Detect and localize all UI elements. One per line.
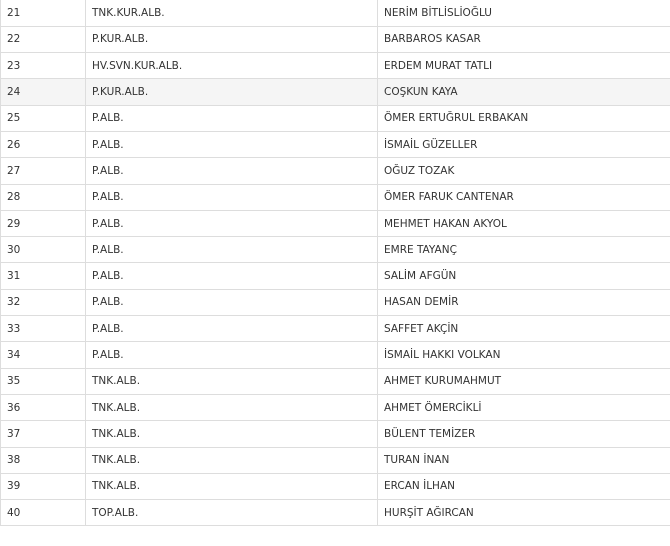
row-number-cell: 31 bbox=[0, 262, 86, 290]
rank-cell: P.ALB. bbox=[85, 341, 378, 369]
rank-cell: P.ALB. bbox=[85, 105, 378, 132]
row-number-cell: 22 bbox=[0, 26, 86, 54]
rank-cell: TNK.ALB. bbox=[85, 473, 378, 501]
table-row: 27 P.ALB. OĞUZ TOZAK bbox=[0, 157, 670, 185]
rank-cell: P.ALB. bbox=[85, 131, 378, 159]
name-cell: HASAN DEMİR bbox=[377, 289, 670, 317]
row-number-cell: 23 bbox=[0, 52, 86, 80]
rank-cell: TNK.ALB. bbox=[85, 368, 378, 395]
table-row: 33 P.ALB. SAFFET AKÇİN bbox=[0, 315, 670, 343]
table-row: 32 P.ALB. HASAN DEMİR bbox=[0, 289, 670, 317]
rank-cell: P.ALB. bbox=[85, 184, 378, 211]
rank-cell: HV.SVN.KUR.ALB. bbox=[85, 52, 378, 80]
name-cell: BÜLENT TEMİZER bbox=[377, 420, 670, 448]
row-number-cell: 36 bbox=[0, 394, 86, 422]
name-cell: İSMAİL GÜZELLER bbox=[377, 131, 670, 159]
name-cell: ERDEM MURAT TATLI bbox=[377, 52, 670, 80]
row-number-cell: 30 bbox=[0, 236, 86, 264]
table-row: 34 P.ALB. İSMAİL HAKKI VOLKAN bbox=[0, 341, 670, 369]
name-cell: ÖMER FARUK CANTENAR bbox=[377, 184, 670, 211]
rank-cell: TNK.ALB. bbox=[85, 420, 378, 448]
row-number-cell: 40 bbox=[0, 499, 86, 527]
personnel-table: 21 TNK.KUR.ALB. NERİM BİTLİSLİOĞLU 22 P.KUR.… bbox=[0, 0, 670, 527]
table-row: 37 TNK.ALB. BÜLENT TEMİZER bbox=[0, 420, 670, 448]
rank-cell: P.KUR.ALB. bbox=[85, 78, 378, 106]
row-number-cell: 28 bbox=[0, 184, 86, 211]
row-number-cell: 37 bbox=[0, 420, 86, 448]
name-cell: TURAN İNAN bbox=[377, 447, 670, 474]
rank-cell: P.ALB. bbox=[85, 315, 378, 343]
table-row: 40 TOP.ALB. HURŞİT AĞIRCAN bbox=[0, 499, 670, 527]
rank-cell: P.ALB. bbox=[85, 262, 378, 290]
row-number-cell: 33 bbox=[0, 315, 86, 343]
rank-cell: TNK.KUR.ALB. bbox=[85, 0, 378, 27]
rank-cell: P.ALB. bbox=[85, 236, 378, 264]
row-number-cell: 34 bbox=[0, 341, 86, 369]
rank-cell: TOP.ALB. bbox=[85, 499, 378, 527]
name-cell: NERİM BİTLİSLİOĞLU bbox=[377, 0, 670, 27]
rank-cell: P.ALB. bbox=[85, 289, 378, 317]
name-cell: EMRE TAYANÇ bbox=[377, 236, 670, 264]
name-cell: AHMET KURUMAHMUT bbox=[377, 368, 670, 395]
row-number-cell: 27 bbox=[0, 157, 86, 185]
row-number-cell: 35 bbox=[0, 368, 86, 395]
name-cell: BARBAROS KASAR bbox=[377, 26, 670, 54]
row-number-cell: 39 bbox=[0, 473, 86, 501]
table-row: 28 P.ALB. ÖMER FARUK CANTENAR bbox=[0, 184, 670, 211]
rank-cell: TNK.ALB. bbox=[85, 447, 378, 474]
table-row: 23 HV.SVN.KUR.ALB. ERDEM MURAT TATLI bbox=[0, 52, 670, 80]
name-cell: HURŞİT AĞIRCAN bbox=[377, 499, 670, 527]
table-row: 36 TNK.ALB. AHMET ÖMERCİKLİ bbox=[0, 394, 670, 422]
rank-cell: TNK.ALB. bbox=[85, 394, 378, 422]
name-cell: OĞUZ TOZAK bbox=[377, 157, 670, 185]
table-row: 30 P.ALB. EMRE TAYANÇ bbox=[0, 236, 670, 264]
row-number-cell: 32 bbox=[0, 289, 86, 317]
row-number-cell: 38 bbox=[0, 447, 86, 474]
row-number-cell: 25 bbox=[0, 105, 86, 132]
table-row: 26 P.ALB. İSMAİL GÜZELLER bbox=[0, 131, 670, 159]
row-number-cell: 29 bbox=[0, 210, 86, 238]
table-row: 38 TNK.ALB. TURAN İNAN bbox=[0, 447, 670, 474]
row-number-cell: 26 bbox=[0, 131, 86, 159]
rank-cell: P.KUR.ALB. bbox=[85, 26, 378, 54]
table-row: 21 TNK.KUR.ALB. NERİM BİTLİSLİOĞLU bbox=[0, 0, 670, 27]
name-cell: İSMAİL HAKKI VOLKAN bbox=[377, 341, 670, 369]
name-cell: SALİM AFGÜN bbox=[377, 262, 670, 290]
rank-cell: P.ALB. bbox=[85, 157, 378, 185]
name-cell: ERCAN İLHAN bbox=[377, 473, 670, 501]
name-cell: COŞKUN KAYA bbox=[377, 78, 670, 106]
table-row: 35 TNK.ALB. AHMET KURUMAHMUT bbox=[0, 368, 670, 395]
table-row: 31 P.ALB. SALİM AFGÜN bbox=[0, 262, 670, 290]
row-number-cell: 21 bbox=[0, 0, 86, 27]
table-row: 39 TNK.ALB. ERCAN İLHAN bbox=[0, 473, 670, 501]
name-cell: ÖMER ERTUĞRUL ERBAKAN bbox=[377, 105, 670, 132]
name-cell: AHMET ÖMERCİKLİ bbox=[377, 394, 670, 422]
table-row: 25 P.ALB. ÖMER ERTUĞRUL ERBAKAN bbox=[0, 105, 670, 132]
row-number-cell: 24 bbox=[0, 78, 86, 106]
table-row: 22 P.KUR.ALB. BARBAROS KASAR bbox=[0, 26, 670, 54]
table-row: 29 P.ALB. MEHMET HAKAN AKYOL bbox=[0, 210, 670, 238]
name-cell: MEHMET HAKAN AKYOL bbox=[377, 210, 670, 238]
table-body: 21 TNK.KUR.ALB. NERİM BİTLİSLİOĞLU 22 P.KUR.… bbox=[0, 0, 670, 527]
name-cell: SAFFET AKÇİN bbox=[377, 315, 670, 343]
rank-cell: P.ALB. bbox=[85, 210, 378, 238]
table-row: 24 P.KUR.ALB. COŞKUN KAYA bbox=[0, 78, 670, 106]
